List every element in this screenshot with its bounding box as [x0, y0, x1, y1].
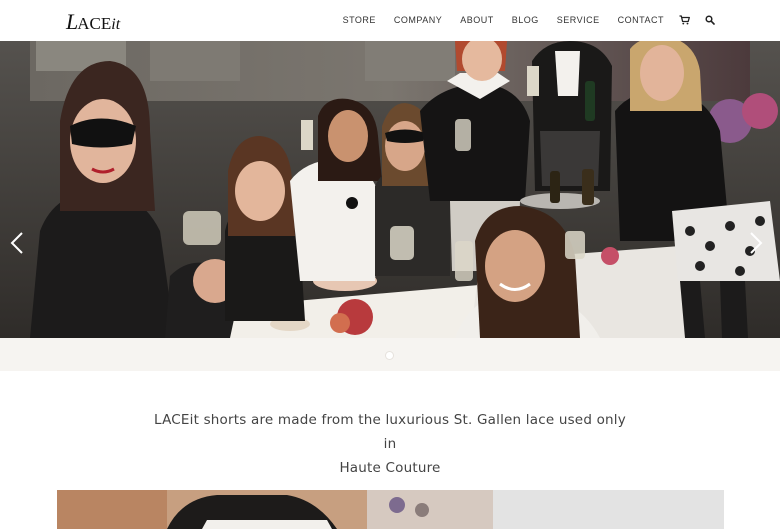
- intro-tagline: LACEit shorts are made from the luxuriou…: [150, 408, 630, 480]
- feature-image[interactable]: [57, 490, 493, 529]
- logo-text-ace: ACE: [77, 14, 112, 33]
- site-logo[interactable]: L ACE it: [66, 9, 120, 35]
- search-icon[interactable]: [704, 14, 716, 26]
- main-nav: STORE COMPANY ABOUT BLOG SERVICE CONTACT: [343, 14, 716, 26]
- feature-photo: [57, 490, 493, 529]
- site-header: L ACE it STORE COMPANY ABOUT BLOG SERVIC…: [0, 0, 780, 41]
- logo-letter-l: L: [66, 9, 78, 34]
- hero-photo: [0, 41, 780, 338]
- hero-slider[interactable]: [0, 41, 780, 338]
- chevron-right-icon: [750, 232, 763, 254]
- chevron-left-icon: [10, 232, 23, 254]
- nav-blog[interactable]: BLOG: [512, 14, 539, 26]
- slider-prev-button[interactable]: [10, 231, 30, 259]
- nav-service[interactable]: SERVICE: [557, 14, 600, 26]
- nav-about[interactable]: ABOUT: [460, 14, 494, 26]
- slider-dot-active[interactable]: [386, 352, 393, 359]
- tagline-line-1: LACEit shorts are made from the luxuriou…: [154, 412, 626, 452]
- slider-next-button[interactable]: [749, 231, 769, 259]
- nav-contact[interactable]: CONTACT: [618, 14, 664, 26]
- logo-text-it: it: [111, 16, 121, 33]
- nav-company[interactable]: COMPANY: [394, 14, 442, 26]
- nav-store[interactable]: STORE: [343, 14, 376, 26]
- cart-icon[interactable]: [678, 14, 690, 26]
- feature-panel: [493, 490, 724, 529]
- tagline-line-2: Haute Couture: [339, 460, 441, 476]
